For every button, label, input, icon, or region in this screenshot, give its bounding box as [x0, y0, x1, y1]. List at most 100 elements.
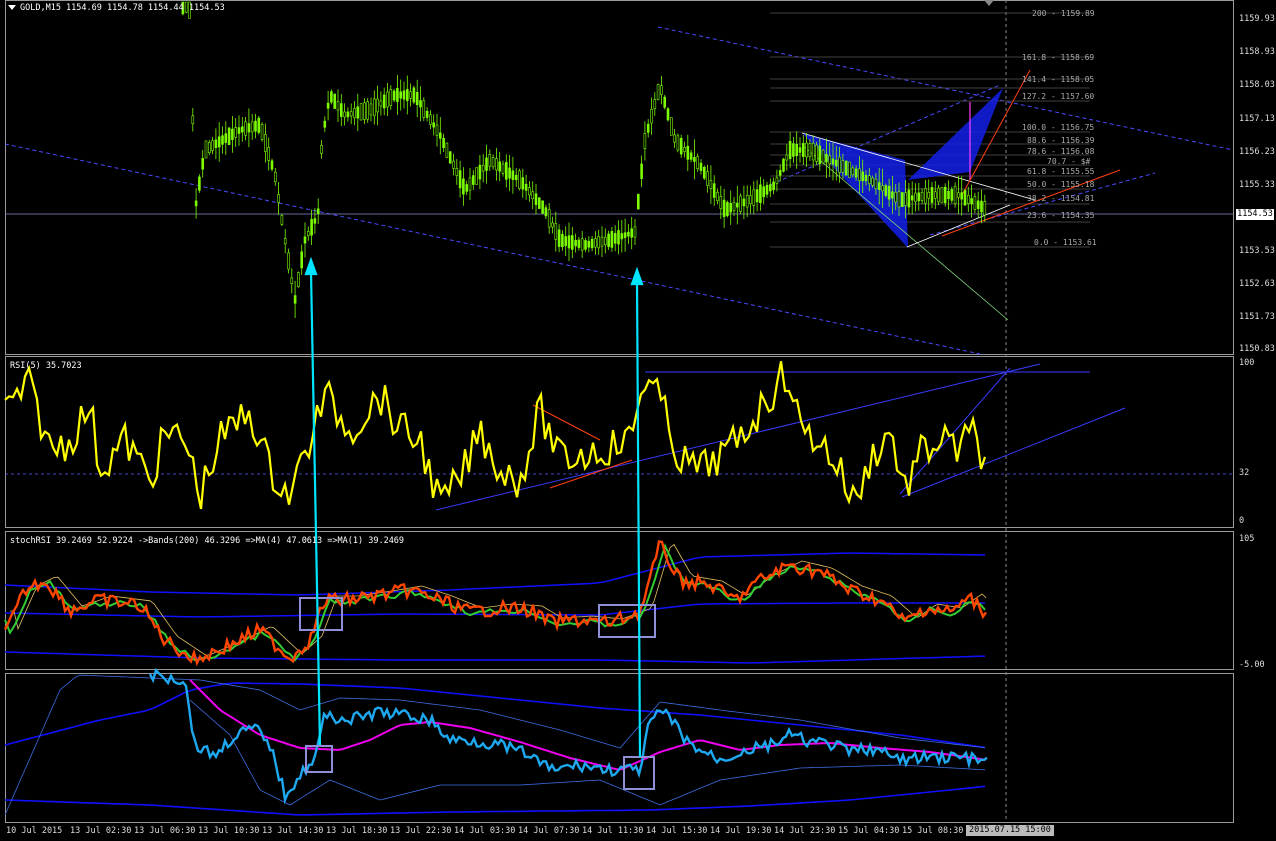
candle: [636, 193, 640, 210]
candle: [772, 177, 775, 195]
candle: [346, 107, 350, 122]
rsi-line-b: [901, 407, 1126, 498]
candle: [448, 151, 452, 164]
candle: [412, 85, 416, 105]
candle: [458, 160, 462, 198]
candle: [706, 164, 709, 193]
candle: [323, 116, 327, 133]
candle: [227, 127, 231, 146]
stoch-band-upper: [4, 552, 986, 596]
candle: [495, 147, 498, 181]
candle: [966, 186, 970, 213]
candle: [204, 140, 208, 159]
candle: [561, 230, 564, 251]
time-tick: 15 Jul 08:30: [902, 826, 964, 836]
candle: [359, 103, 363, 121]
candle: [683, 141, 686, 158]
stoch-tick: 105: [1239, 534, 1255, 544]
candle: [382, 87, 386, 116]
candle: [570, 226, 574, 259]
shift-marker-icon[interactable]: [984, 0, 994, 6]
candle: [673, 129, 676, 149]
candle: [306, 226, 310, 241]
candle: [333, 93, 337, 109]
candle: [564, 226, 568, 256]
candle: [640, 155, 643, 188]
candle: [953, 182, 957, 208]
candle: [425, 107, 429, 122]
candle: [518, 168, 521, 191]
lower-ma-line: [189, 679, 987, 771]
candle: [475, 167, 478, 185]
candle: [686, 134, 690, 171]
candle: [587, 236, 591, 253]
candle: [785, 144, 789, 171]
candle: [716, 188, 719, 205]
candle: [442, 133, 445, 153]
candle: [208, 139, 211, 156]
fib-label: 100.0 - 1156.75: [1022, 123, 1095, 132]
candle: [465, 180, 469, 196]
candle: [221, 126, 224, 154]
candle: [452, 153, 455, 176]
fib-label: 161.8 - 1158.69: [1022, 53, 1095, 62]
candle: [250, 114, 254, 140]
candle: [270, 158, 274, 172]
candle: [356, 93, 360, 132]
fib-label: 78.6 - 1156.08: [1027, 147, 1095, 156]
candle: [468, 167, 472, 201]
price-tick: 1153.53: [1239, 246, 1275, 256]
candle: [759, 176, 762, 211]
candle: [313, 208, 317, 234]
candle: [900, 192, 904, 208]
fib-label: 127.2 - 1157.60: [1022, 92, 1095, 101]
lower-pane: [4, 667, 988, 816]
arrow-1-head: [304, 256, 318, 276]
candle: [848, 161, 851, 178]
candle: [884, 183, 888, 198]
candle: [693, 139, 696, 180]
candle: [924, 179, 927, 212]
candle: [528, 180, 531, 202]
candle: [554, 211, 558, 252]
candle: [755, 180, 759, 212]
candle: [584, 237, 587, 253]
candle: [471, 170, 475, 190]
candle: [491, 154, 495, 170]
price-tick: 1158.93: [1239, 47, 1275, 57]
candle: [920, 188, 924, 205]
candle: [597, 229, 601, 255]
candle: [732, 196, 736, 216]
candle: [372, 90, 376, 125]
time-tick: 13 Jul 14:30: [262, 826, 324, 836]
candle: [960, 176, 964, 216]
candle: [801, 135, 805, 165]
candle: [405, 75, 409, 115]
time-tick: 13 Jul 10:30: [198, 826, 260, 836]
current-price-tag: 1154.53: [1236, 209, 1274, 220]
candle: [970, 184, 973, 218]
candle: [419, 86, 422, 122]
candle: [551, 216, 554, 234]
price-tick: 1155.33: [1239, 180, 1275, 190]
candle: [541, 200, 544, 214]
rsi-pane: [4, 361, 1233, 511]
fib-label: 70.7 - $#: [1047, 157, 1091, 166]
candle: [287, 248, 290, 274]
candle: [630, 216, 634, 250]
channel-line-lower: [4, 143, 981, 355]
candle: [663, 94, 667, 110]
candle: [198, 174, 201, 193]
candle: [980, 189, 983, 224]
rsi-tick: 32: [1239, 468, 1250, 478]
candle: [409, 83, 412, 107]
candle: [594, 231, 597, 255]
chart-menu-icon[interactable]: [8, 5, 16, 10]
lower-main-line: [148, 667, 988, 805]
arrow-2-head: [630, 266, 644, 286]
candle: [300, 244, 304, 276]
candle: [679, 134, 683, 158]
time-tick: 13 Jul 02:30: [70, 826, 132, 836]
candle: [646, 119, 650, 138]
candle: [768, 178, 772, 198]
